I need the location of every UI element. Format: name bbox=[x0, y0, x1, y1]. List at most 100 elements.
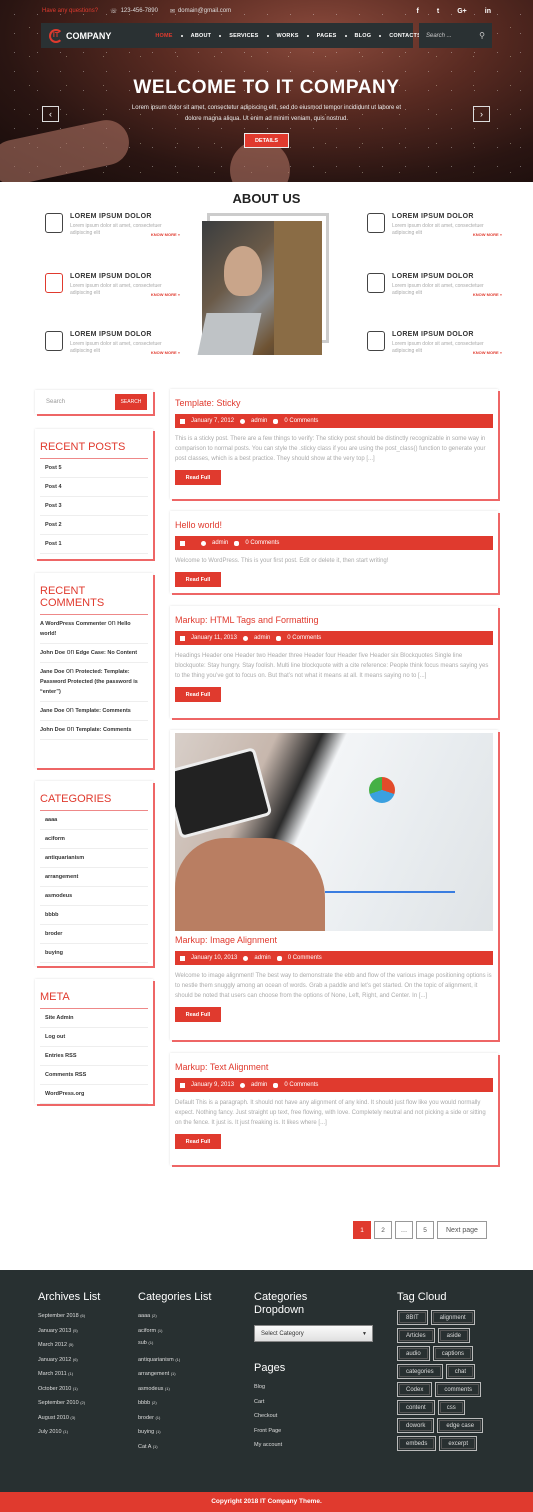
nav-works[interactable]: WORKS bbox=[277, 33, 299, 39]
know-more-link[interactable]: KNOW MORE » bbox=[473, 350, 502, 355]
category-link[interactable]: buying bbox=[40, 944, 148, 963]
category-link[interactable]: antiquarianism (1) bbox=[138, 1357, 180, 1372]
category-link[interactable]: bbbb bbox=[40, 906, 148, 925]
next-page-button[interactable]: Next page bbox=[437, 1221, 487, 1239]
tag-link[interactable]: alignment bbox=[430, 1310, 475, 1325]
category-link[interactable]: aciform (1) bbox=[138, 1328, 180, 1340]
nav-home[interactable]: HOME bbox=[155, 33, 172, 39]
nav-about[interactable]: ABOUT bbox=[191, 33, 212, 39]
meta-link[interactable]: Comments RSS bbox=[40, 1066, 148, 1085]
post-title[interactable]: Template: Sticky bbox=[175, 398, 493, 408]
page-2[interactable]: 2 bbox=[374, 1221, 392, 1239]
tag-link[interactable]: css bbox=[437, 1400, 465, 1415]
tag-link[interactable]: Articles bbox=[397, 1328, 435, 1343]
tag-link[interactable]: captions bbox=[432, 1346, 474, 1361]
category-link[interactable]: broder (1) bbox=[138, 1415, 180, 1430]
category-link[interactable]: sub (1) bbox=[138, 1340, 180, 1357]
archive-link[interactable]: January 2013 (5) bbox=[38, 1328, 85, 1343]
nav-blog[interactable]: BLOG bbox=[355, 33, 372, 39]
post-date[interactable]: January 7, 2012 bbox=[191, 418, 234, 424]
archive-link[interactable]: September 2010 (2) bbox=[38, 1400, 85, 1415]
post-title[interactable]: Markup: Image Alignment bbox=[175, 935, 493, 945]
meta-link[interactable]: Entries RSS bbox=[40, 1047, 148, 1066]
archive-link[interactable]: March 2011 (1) bbox=[38, 1371, 85, 1386]
page-link[interactable]: Checkout bbox=[254, 1413, 282, 1428]
know-more-link[interactable]: KNOW MORE » bbox=[151, 292, 180, 297]
nav-contacts[interactable]: CONTACTS bbox=[389, 33, 421, 39]
page-link[interactable]: Blog bbox=[254, 1384, 282, 1399]
archive-link[interactable]: July 2010 (1) bbox=[38, 1429, 85, 1444]
details-button[interactable]: DETAILS bbox=[244, 133, 289, 148]
post-title[interactable]: Markup: Text Alignment bbox=[175, 1062, 493, 1072]
slider-prev-button[interactable]: ‹ bbox=[42, 106, 59, 122]
category-link[interactable]: arrangement bbox=[40, 868, 148, 887]
header-search-input[interactable]: Search ... ⚲ bbox=[419, 23, 492, 48]
post-comments[interactable]: 0 Comments bbox=[245, 540, 279, 546]
comment-post-link[interactable]: Template: Comments bbox=[76, 727, 132, 733]
category-link[interactable]: aciform bbox=[40, 830, 148, 849]
twitter-icon[interactable]: t bbox=[437, 8, 439, 15]
comment-author[interactable]: John Doe bbox=[40, 650, 65, 656]
search-icon[interactable]: ⚲ bbox=[479, 31, 485, 40]
facebook-icon[interactable]: f bbox=[417, 8, 419, 15]
comment-author[interactable]: Jane Doe bbox=[40, 669, 64, 675]
category-link[interactable]: aaaa (2) bbox=[138, 1313, 180, 1328]
google-plus-icon[interactable]: G+ bbox=[457, 8, 467, 15]
tag-link[interactable]: comments bbox=[435, 1382, 482, 1397]
sidebar-search-button[interactable]: SEARCH bbox=[115, 394, 147, 410]
category-link[interactable]: asmodeus bbox=[40, 887, 148, 906]
archive-link[interactable]: October 2010 (1) bbox=[38, 1386, 85, 1401]
sidebar-search-input[interactable]: Search bbox=[46, 399, 65, 405]
post-comments[interactable]: 0 Comments bbox=[284, 418, 318, 424]
recent-post-link[interactable]: Post 4 bbox=[40, 478, 148, 497]
post-date[interactable]: January 9, 2013 bbox=[191, 1082, 234, 1088]
post-featured-image[interactable] bbox=[175, 733, 493, 931]
site-logo[interactable]: IT COMPANY bbox=[49, 28, 111, 43]
nav-pages[interactable]: PAGES bbox=[317, 33, 337, 39]
page-1[interactable]: 1 bbox=[353, 1221, 371, 1239]
post-comments[interactable]: 0 Comments bbox=[284, 1082, 318, 1088]
read-full-button[interactable]: Read Full bbox=[175, 470, 221, 485]
category-link[interactable]: buying (1) bbox=[138, 1429, 180, 1444]
recent-post-link[interactable]: Post 2 bbox=[40, 516, 148, 535]
phone-number[interactable]: 123-456-7890 bbox=[121, 8, 158, 14]
comment-post-link[interactable]: Template: Comments bbox=[75, 708, 131, 714]
email-address[interactable]: domain@gmail.com bbox=[178, 8, 231, 14]
post-title[interactable]: Markup: HTML Tags and Formatting bbox=[175, 615, 493, 625]
comment-post-link[interactable]: Edge Case: No Content bbox=[76, 650, 137, 656]
post-author[interactable]: admin bbox=[254, 955, 270, 961]
category-link[interactable]: aaaa bbox=[40, 811, 148, 830]
tag-link[interactable]: Codex bbox=[397, 1382, 433, 1397]
category-link[interactable]: asmodeus (1) bbox=[138, 1386, 180, 1401]
know-more-link[interactable]: KNOW MORE » bbox=[151, 350, 180, 355]
post-author[interactable]: admin bbox=[251, 1082, 267, 1088]
linkedin-icon[interactable]: in bbox=[485, 8, 491, 15]
category-link[interactable]: Cat A (1) bbox=[138, 1444, 180, 1459]
meta-link[interactable]: Site Admin bbox=[40, 1009, 148, 1028]
post-author[interactable]: admin bbox=[251, 418, 267, 424]
tag-link[interactable]: chat bbox=[445, 1364, 476, 1379]
page-link[interactable]: Front Page bbox=[254, 1428, 282, 1443]
archive-link[interactable]: January 2012 (6) bbox=[38, 1357, 85, 1372]
category-select[interactable]: Select Category ▼ bbox=[254, 1325, 373, 1342]
nav-services[interactable]: SERVICES bbox=[229, 33, 258, 39]
archive-link[interactable]: August 2010 (3) bbox=[38, 1415, 85, 1430]
meta-link[interactable]: Log out bbox=[40, 1028, 148, 1047]
archive-link[interactable]: March 2012 (5) bbox=[38, 1342, 85, 1357]
recent-post-link[interactable]: Post 3 bbox=[40, 497, 148, 516]
post-date[interactable]: January 10, 2013 bbox=[191, 955, 237, 961]
read-full-button[interactable]: Read Full bbox=[175, 687, 221, 702]
tag-link[interactable]: categories bbox=[397, 1364, 443, 1379]
know-more-link[interactable]: KNOW MORE » bbox=[473, 232, 502, 237]
meta-link[interactable]: WordPress.org bbox=[40, 1085, 148, 1104]
slider-next-button[interactable]: › bbox=[473, 106, 490, 122]
category-link[interactable]: bbbb (2) bbox=[138, 1400, 180, 1415]
tag-link[interactable]: excerpt bbox=[439, 1436, 478, 1451]
category-link[interactable]: arrangement (1) bbox=[138, 1371, 180, 1386]
read-full-button[interactable]: Read Full bbox=[175, 1007, 221, 1022]
post-author[interactable]: admin bbox=[254, 635, 270, 641]
recent-post-link[interactable]: Post 1 bbox=[40, 535, 148, 554]
comment-author[interactable]: John Doe bbox=[40, 727, 65, 733]
recent-post-link[interactable]: Post 5 bbox=[40, 459, 148, 478]
post-title[interactable]: Hello world! bbox=[175, 520, 493, 530]
